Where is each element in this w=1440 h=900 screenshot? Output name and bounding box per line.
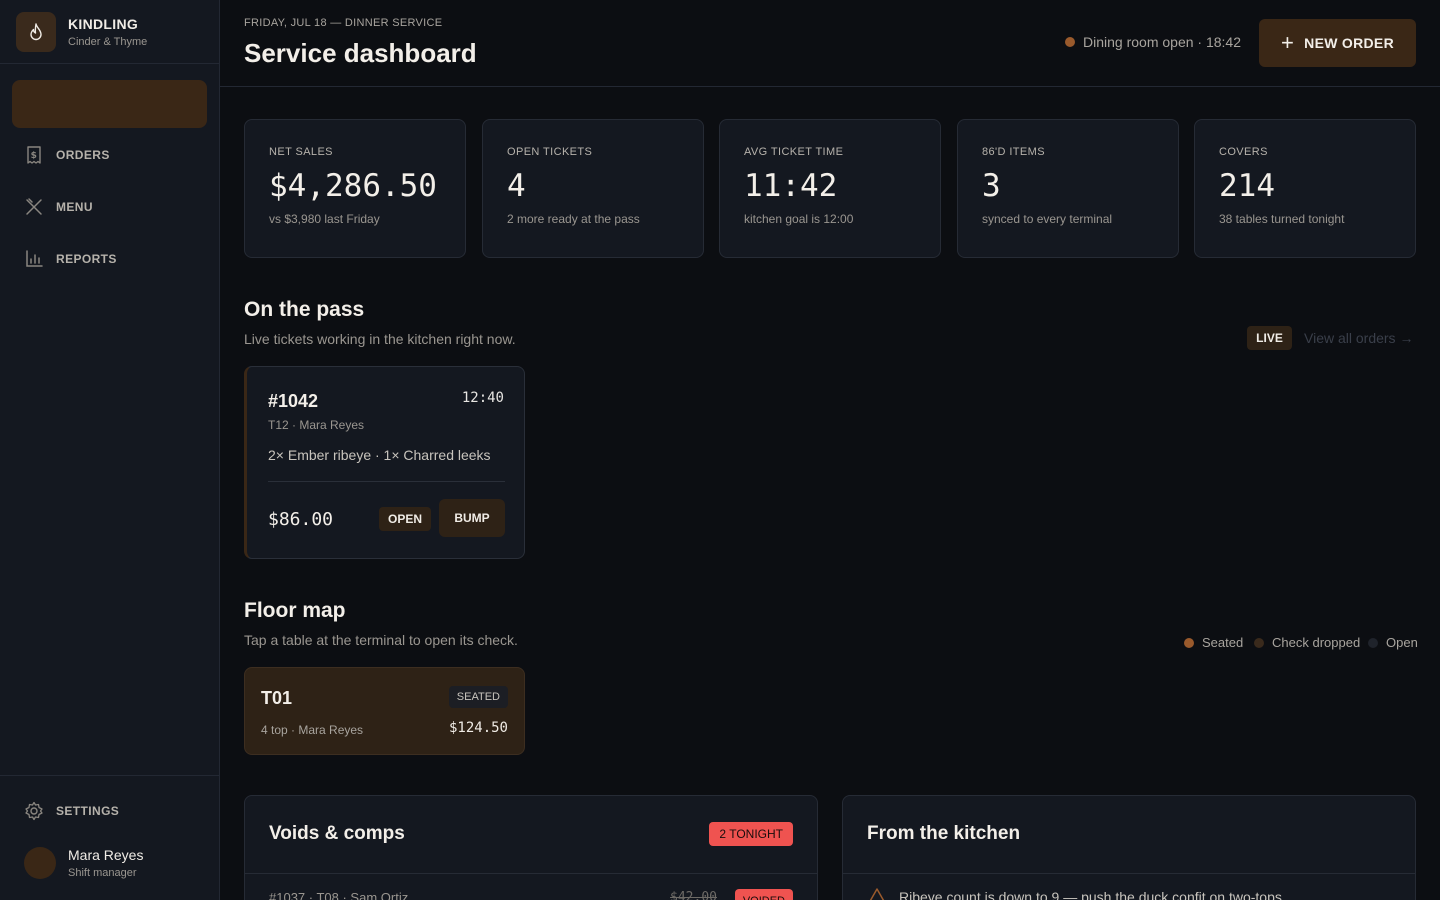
stat-card-open-tickets: OPEN TICKETS 4 2 more ready at the pass — [482, 119, 704, 258]
ticket-total: $86.00 — [268, 509, 334, 530]
warning-icon — [869, 888, 885, 900]
sidebar-item-label: REPORTS — [56, 252, 117, 266]
view-all-orders-link[interactable]: View all orders → — [1304, 330, 1413, 346]
stat-sub: 2 more ready at the pass — [507, 212, 640, 226]
stat-sub: synced to every terminal — [982, 212, 1113, 226]
legend-open: Open — [1368, 635, 1418, 650]
brand-subtitle: Cinder & Thyme — [68, 35, 148, 48]
ticket-card[interactable]: #1042 12:40 T12 · Mara Reyes 2× Ember ri… — [244, 366, 525, 559]
flame-icon — [16, 11, 56, 52]
service-date: FRIDAY, JUL 18 — DINNER SERVICE — [244, 17, 443, 29]
stat-label: 86'D ITEMS — [982, 146, 1045, 158]
gear-icon — [25, 801, 43, 821]
sidebar-item-label: MENU — [56, 200, 93, 214]
stat-sub: 38 tables turned tonight — [1219, 212, 1345, 226]
ticket-status-badge: OPEN — [379, 507, 431, 531]
nav-active-item[interactable] — [12, 80, 207, 128]
dining-room-status: Dining room open · 18:42 — [1065, 34, 1241, 50]
stat-card-covers: COVERS 214 38 tables turned tonight — [1194, 119, 1416, 258]
floor-section-title: Floor map — [244, 599, 346, 622]
voids-title: Voids & comps — [269, 823, 405, 844]
floor-section-subtitle: Tap a table at the terminal to open its … — [244, 632, 518, 648]
sidebar-item-menu[interactable]: MENU — [24, 197, 93, 217]
stat-label: OPEN TICKETS — [507, 146, 593, 158]
sidebar-item-reports[interactable]: REPORTS — [24, 249, 117, 269]
stat-sub: vs $3,980 last Friday — [269, 212, 380, 226]
void-row[interactable]: #1037 · T08 · Sam Ortiz — [269, 890, 408, 900]
seated-dot-icon — [1184, 637, 1194, 648]
stat-label: COVERS — [1219, 146, 1268, 158]
voids-count-badge: 2 TONIGHT — [709, 822, 793, 846]
voided-badge: VOIDED — [734, 889, 793, 900]
sidebar-item-label: SETTINGS — [56, 804, 120, 818]
new-order-button[interactable]: + NEW ORDER — [1259, 19, 1416, 67]
pass-section-title: On the pass — [244, 298, 365, 321]
pass-section-subtitle: Live tickets working in the kitchen righ… — [244, 331, 516, 347]
avatar — [24, 847, 56, 879]
ticket-time: 12:40 — [461, 390, 504, 406]
open-dot-icon — [1368, 637, 1378, 648]
bump-button[interactable]: BUMP — [439, 499, 505, 537]
table-id: T01 — [261, 688, 293, 708]
legend-label: Open — [1386, 635, 1418, 650]
status-text: Dining room open · 18:42 — [1083, 34, 1241, 50]
bar-chart-icon — [26, 250, 43, 267]
sidebar-divider — [0, 775, 219, 776]
table-status-badge: SEATED — [448, 686, 508, 708]
utensils-icon — [26, 198, 42, 215]
user-role: Shift manager — [68, 867, 137, 879]
kitchen-panel: From the kitchen Ribeye count is down to… — [842, 795, 1416, 900]
live-badge: LIVE — [1247, 326, 1292, 350]
table-amount: $124.50 — [448, 720, 508, 736]
stat-label: AVG TICKET TIME — [744, 146, 844, 158]
legend-label: Check dropped — [1272, 635, 1361, 650]
ticket-divider — [268, 481, 505, 482]
page-header: FRIDAY, JUL 18 — DINNER SERVICE Service … — [220, 0, 1440, 87]
user-profile[interactable]: Mara Reyes Shift manager — [24, 847, 143, 879]
ticket-meta: T12 · Mara Reyes — [268, 418, 365, 432]
page-title: Service dashboard — [244, 38, 477, 68]
voids-panel: Voids & comps 2 TONIGHT #1037 · T08 · Sa… — [244, 795, 818, 900]
stat-sub: kitchen goal is 12:00 — [744, 212, 854, 226]
kitchen-title: From the kitchen — [867, 823, 1021, 844]
panel-divider — [843, 873, 1415, 874]
stat-value: 3 — [982, 168, 1001, 204]
sidebar-item-label: ORDERS — [56, 148, 110, 162]
status-dot-icon — [1065, 37, 1075, 47]
sidebar-item-settings[interactable]: SETTINGS — [24, 801, 119, 821]
ticket-number: #1042 — [268, 391, 319, 411]
stat-value: $4,286.50 — [269, 168, 437, 204]
panel-divider — [245, 873, 817, 874]
stat-value: 214 — [1219, 168, 1275, 204]
ticket-items: 2× Ember ribeye · 1× Charred leeks — [268, 447, 491, 463]
legend-seated: Seated — [1184, 635, 1243, 650]
kitchen-message: Ribeye count is down to 9 — push the duc… — [899, 889, 1286, 900]
stat-value: 11:42 — [744, 168, 838, 204]
stat-value: 4 — [507, 168, 526, 204]
receipt-icon: $ — [27, 146, 41, 164]
table-card-t01[interactable]: T01 SEATED 4 top · Mara Reyes $124.50 — [244, 667, 525, 755]
stat-card-net-sales: NET SALES $4,286.50 vs $3,980 last Frida… — [244, 119, 466, 258]
new-order-label: NEW ORDER — [1304, 35, 1394, 51]
stat-card-86d-items: 86'D ITEMS 3 synced to every terminal — [957, 119, 1179, 258]
brand: KINDLING Cinder & Thyme — [0, 0, 219, 64]
stat-label: NET SALES — [269, 146, 333, 158]
legend-label: Seated — [1202, 635, 1244, 650]
check-dropped-dot-icon — [1254, 637, 1264, 648]
table-meta: 4 top · Mara Reyes — [261, 723, 364, 737]
stat-card-avg-ticket-time: AVG TICKET TIME 11:42 kitchen goal is 12… — [719, 119, 941, 258]
sidebar: KINDLING Cinder & Thyme $ ORDERS MENU RE… — [0, 0, 220, 900]
user-name: Mara Reyes — [68, 847, 144, 863]
brand-name: KINDLING — [68, 15, 139, 32]
legend-check-dropped: Check dropped — [1254, 635, 1360, 650]
plus-icon: + — [1281, 30, 1295, 55]
void-amount: $42.00 — [670, 890, 717, 900]
sidebar-item-orders[interactable]: $ ORDERS — [24, 145, 110, 165]
svg-text:$: $ — [31, 151, 38, 161]
